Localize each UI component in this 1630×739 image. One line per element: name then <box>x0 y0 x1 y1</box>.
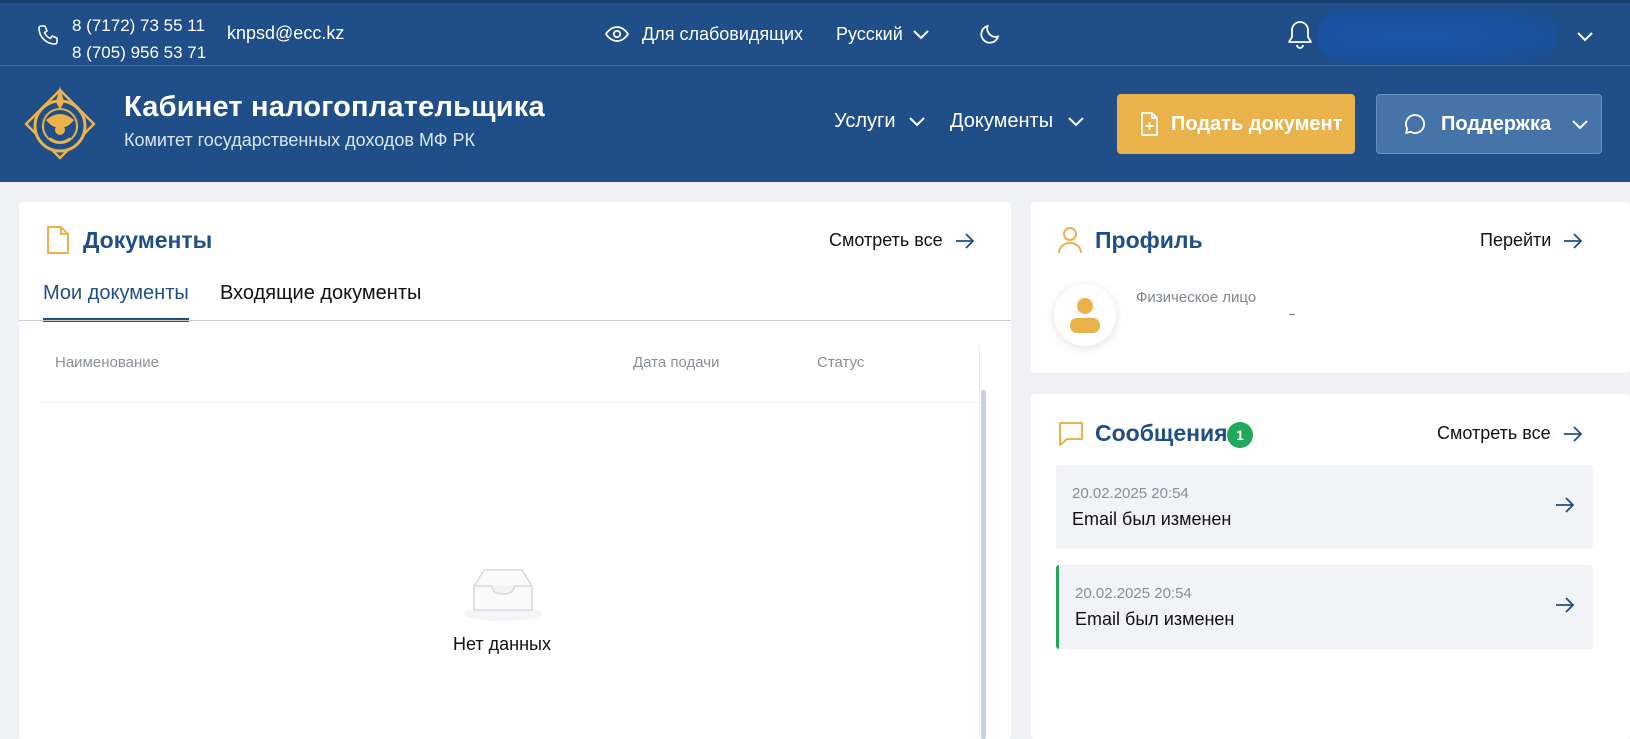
scrollbar-track[interactable] <box>979 347 980 737</box>
nav-services[interactable]: Услуги <box>834 110 896 133</box>
message-item[interactable]: 20.02.2025 20:54 Email был изменен <box>1056 465 1593 549</box>
avatar <box>1054 284 1116 346</box>
go-label: Перейти <box>1480 230 1552 250</box>
user-menu[interactable] <box>1318 9 1558 63</box>
documents-card: Документы Смотреть все Мои документы Вхо… <box>19 202 1011 739</box>
column-header-name[interactable]: Наименование <box>55 354 159 371</box>
tab-incoming-documents[interactable]: Входящие документы <box>220 282 421 305</box>
person-type-label: Физическое лицо <box>1136 289 1257 306</box>
app-title[interactable]: Кабинет налогоплательщика <box>124 91 545 124</box>
chevron-down-icon <box>1572 120 1588 130</box>
messages-view-all-link[interactable]: Смотреть все <box>1437 423 1583 444</box>
phone-number-2[interactable]: 8 (705) 956 53 71 <box>72 39 206 66</box>
message-icon <box>1059 422 1083 446</box>
nav-documents[interactable]: Документы <box>950 110 1053 133</box>
top-bar: 8 (7172) 73 55 11 8 (705) 956 53 71 knps… <box>0 0 1630 66</box>
arrow-right-icon <box>1563 425 1582 442</box>
unread-count-badge: 1 <box>1227 422 1253 448</box>
chevron-down-icon[interactable] <box>912 27 930 41</box>
submit-document-label: Подать документ <box>1171 112 1343 135</box>
empty-state-text: Нет данных <box>453 634 551 654</box>
view-all-label: Смотреть все <box>1437 423 1551 443</box>
chevron-down-icon[interactable] <box>908 114 926 128</box>
profile-card: Профиль Перейти Физическое лицо <box>1031 202 1630 373</box>
main-header: Кабинет налогоплательщика Комитет госуда… <box>0 66 1630 182</box>
emblem-logo[interactable] <box>16 80 104 168</box>
document-icon <box>47 226 69 254</box>
phone-icon <box>38 25 58 45</box>
message-item[interactable]: 20.02.2025 20:54 Email был изменен <box>1056 565 1593 649</box>
eye-icon[interactable] <box>604 23 630 45</box>
support-email-link[interactable]: knpsd@ecc.kz <box>227 23 344 44</box>
tab-my-documents[interactable]: Мои документы <box>43 282 189 322</box>
person-icon <box>1070 298 1100 333</box>
support-button[interactable]: Поддержка <box>1376 94 1602 154</box>
arrow-right-icon[interactable] <box>1555 597 1575 613</box>
column-header-status[interactable]: Статус <box>817 354 864 371</box>
profile-title: Профиль <box>1095 227 1203 253</box>
scrollbar-thumb[interactable] <box>981 390 986 739</box>
messages-card: Сообщения 1 Смотреть все 20.02.2025 20:5… <box>1031 394 1630 739</box>
bell-icon[interactable] <box>1286 19 1314 51</box>
moon-icon[interactable] <box>978 22 1002 46</box>
message-text: Email был изменен <box>1072 509 1232 529</box>
message-text: Email был изменен <box>1075 609 1235 629</box>
profile-go-link[interactable]: Перейти <box>1480 230 1583 251</box>
tabs-divider <box>19 320 1011 321</box>
arrow-right-icon <box>955 232 974 249</box>
table-header-divider <box>41 402 983 403</box>
message-date: 20.02.2025 20:54 <box>1072 485 1189 502</box>
phone-numbers[interactable]: 8 (7172) 73 55 11 8 (705) 956 53 71 <box>72 12 206 66</box>
user-icon <box>1058 227 1082 254</box>
documents-title: Документы <box>83 227 213 253</box>
chevron-down-icon[interactable] <box>1576 29 1594 43</box>
message-date: 20.02.2025 20:54 <box>1075 585 1192 602</box>
chevron-down-icon[interactable] <box>1067 114 1085 128</box>
language-selector[interactable]: Русский <box>836 24 903 45</box>
messages-title: Сообщения <box>1095 420 1228 446</box>
documents-view-all-link[interactable]: Смотреть все <box>829 230 975 251</box>
empty-inbox-icon <box>464 569 542 621</box>
file-add-icon <box>1141 112 1158 136</box>
person-name-redacted <box>1289 314 1295 315</box>
column-header-date[interactable]: Дата подачи <box>633 354 719 371</box>
phone-number-1[interactable]: 8 (7172) 73 55 11 <box>72 12 206 39</box>
view-all-label: Смотреть все <box>829 230 943 250</box>
chat-icon <box>1405 114 1425 134</box>
submit-document-button[interactable]: Подать документ <box>1117 94 1355 154</box>
app-subtitle: Комитет государственных доходов МФ РК <box>124 130 475 150</box>
support-label: Поддержка <box>1441 112 1552 135</box>
arrow-right-icon[interactable] <box>1555 497 1575 513</box>
arrow-right-icon <box>1564 232 1583 249</box>
accessibility-mode-link[interactable]: Для слабовидящих <box>642 24 803 45</box>
